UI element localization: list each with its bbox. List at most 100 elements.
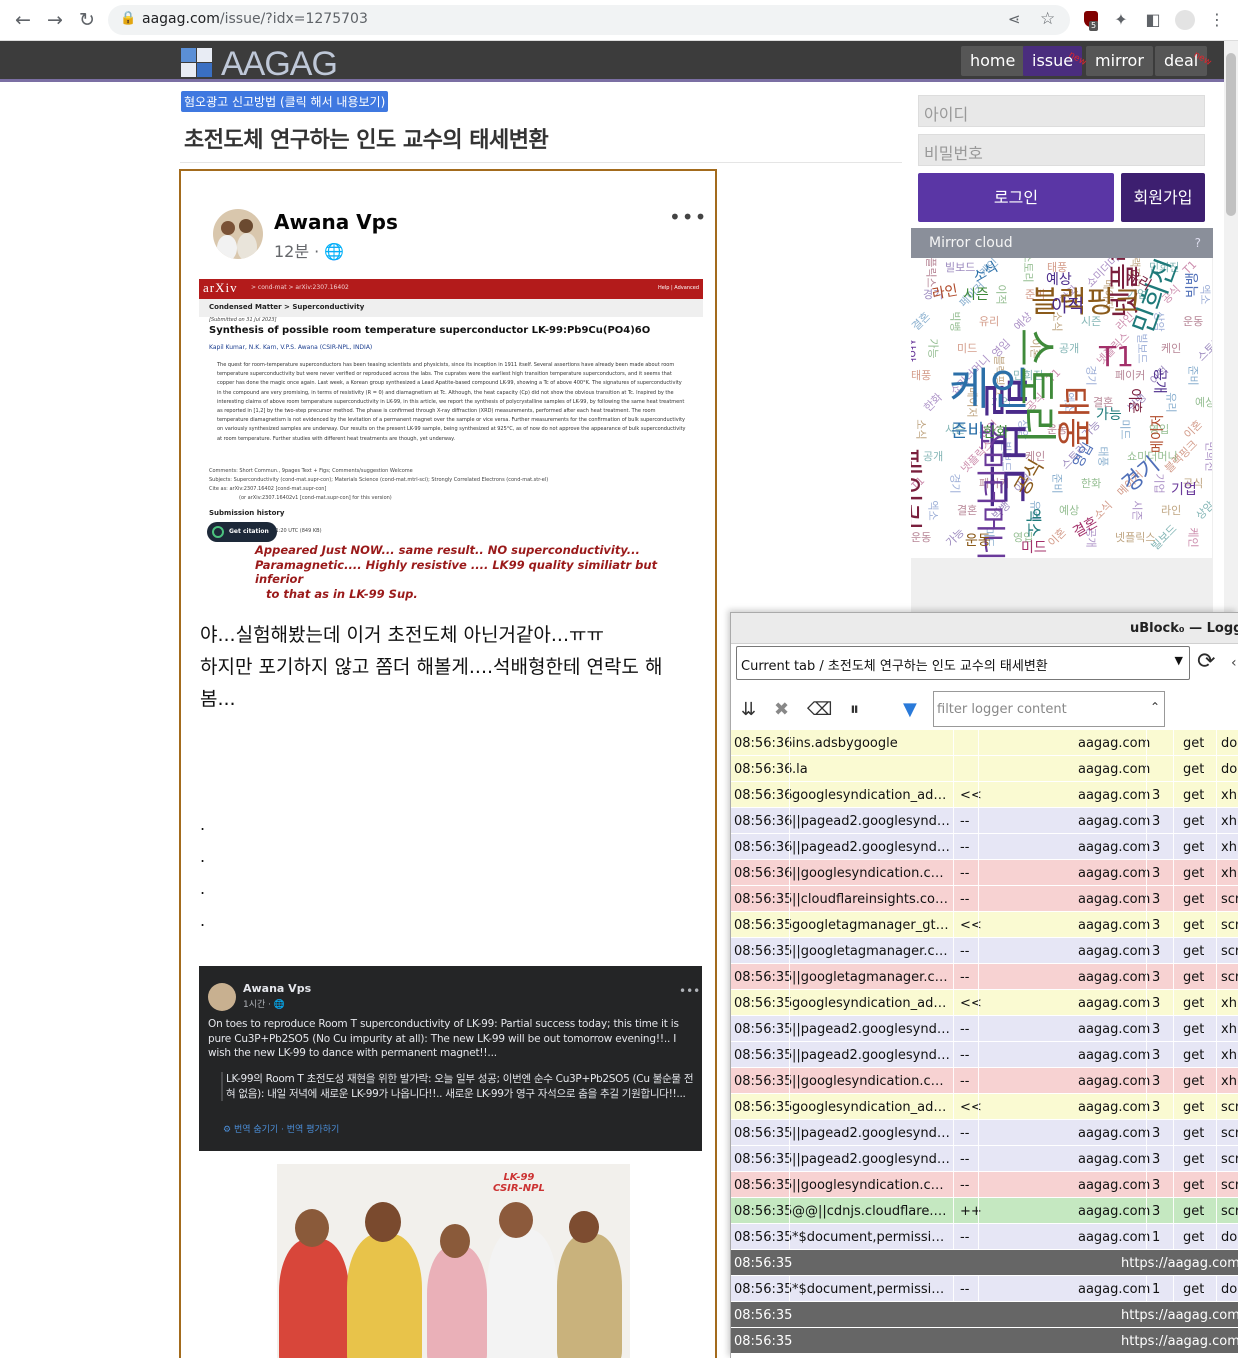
cloud-word-small[interactable]: 운동: [1183, 316, 1203, 327]
cloud-word-small[interactable]: 넷플릭스: [1115, 532, 1155, 543]
back-icon[interactable]: ←: [10, 8, 36, 32]
cloud-word-small[interactable]: 라인: [1161, 505, 1181, 516]
nav-mirror[interactable]: mirror: [1086, 46, 1153, 76]
cloud-word[interactable]: 스토리: [1011, 328, 1060, 444]
cloud-word[interactable]: 소식: [971, 259, 1001, 286]
cloud-word-small[interactable]: 엑소: [1199, 284, 1212, 304]
chevron-up-icon[interactable]: ⌃: [1150, 700, 1160, 714]
logger-row[interactable]: 08:56:36||pagead2.googlesyndica... -- aaga…: [731, 834, 1238, 860]
cloud-word-small[interactable]: 준비: [1187, 365, 1200, 385]
nav-issue[interactable]: issue new: [1023, 46, 1087, 76]
bookmark-star-icon[interactable]: ☆: [1040, 9, 1055, 29]
cloud-word[interactable]: 빅뱅: [1185, 272, 1201, 298]
cloud-word-small[interactable]: 이혼: [1045, 526, 1069, 550]
cloud-word[interactable]: 시즌: [963, 288, 989, 302]
cloud-word[interactable]: 운동: [965, 534, 991, 548]
logger-row[interactable]: 08:56:36 googlesyndication_adsb... << aagag…: [731, 782, 1238, 808]
logger-row[interactable]: 08:56:35||pagead2.googlesyndica... -- aaga…: [731, 1042, 1238, 1068]
cloud-word[interactable]: 미드: [1021, 541, 1047, 555]
cloud-word-small[interactable]: 엑소: [927, 500, 940, 520]
cloud-word-small[interactable]: 빅뱅: [949, 311, 962, 331]
menu-kebab-icon[interactable]: ⋮: [1206, 9, 1228, 31]
cloud-word-small[interactable]: 경기: [1085, 365, 1098, 385]
signup-button[interactable]: 회원가입: [1121, 173, 1205, 222]
cloud-word[interactable]: 블랙핑크: [1031, 288, 1141, 318]
cloud-word[interactable]: 페이커: [911, 448, 924, 531]
cloud-word[interactable]: 메이저: [1150, 414, 1166, 453]
cloud-word-small[interactable]: 공개: [1059, 343, 1079, 354]
cloud-word[interactable]: 태풍: [1052, 386, 1092, 449]
cloud-word-small[interactable]: 소식: [915, 419, 928, 439]
cloud-word-small[interactable]: 예상: [1195, 397, 1212, 408]
logger-row[interactable]: 08:56:35 https://aagag.com/i: [731, 1302, 1238, 1328]
logger-row[interactable]: 08:56:35 ||googlesyndication.com^ -- aagag.…: [731, 1172, 1238, 1198]
cloud-word-small[interactable]: 가능: [927, 338, 940, 358]
nav-deal[interactable]: deal new: [1155, 46, 1213, 76]
reload-icon[interactable]: ↻: [74, 8, 100, 32]
side-panel-icon[interactable]: ◧: [1142, 9, 1164, 31]
cloud-word-small[interactable]: 빌보드: [1136, 333, 1149, 363]
logger-row[interactable]: 08:56:36||pagead2.googlesyndica... -- aaga…: [731, 808, 1238, 834]
expand-double-chevron-icon[interactable]: ⇊: [741, 699, 756, 720]
cloud-word-small[interactable]: 케인: [1187, 527, 1200, 547]
logger-row[interactable]: 08:56:35 ||googletagmanager.com^ -- aagag.c…: [731, 964, 1238, 990]
cloud-word-small[interactable]: 예상: [1059, 505, 1079, 516]
logger-row[interactable]: 08:56:35 ||googletagmanager.co... -- aagag.…: [731, 938, 1238, 964]
extensions-puzzle-icon[interactable]: ✦: [1110, 9, 1132, 31]
logger-row[interactable]: 08:56:36 ins.adsbygoogle aagag.com get do: [731, 730, 1238, 756]
cloud-word[interactable]: T1: [1099, 343, 1134, 371]
password-input[interactable]: 비밀번호: [918, 134, 1205, 166]
cloud-word[interactable]: 상암: [911, 338, 916, 362]
logger-row[interactable]: 08:56:35 https://aagag.com/i: [731, 1328, 1238, 1354]
logger-row[interactable]: 08:56:35||pagead2.googlesyndica... -- aaga…: [731, 1120, 1238, 1146]
cloud-word-small[interactable]: 미드: [957, 343, 977, 354]
cloud-word[interactable]: 가능: [1096, 408, 1122, 422]
id-input[interactable]: 아이디: [918, 95, 1205, 127]
cloud-word-small[interactable]: 태풍: [1097, 446, 1110, 466]
cloud-word-small[interactable]: 한화: [1081, 478, 1101, 489]
address-bar[interactable]: 🔒 aagag.com/issue/?idx=1275703 ⋖ ☆: [108, 5, 1070, 35]
clear-x-icon[interactable]: ✖: [774, 699, 789, 720]
cloud-word-small[interactable]: 가능: [943, 526, 967, 550]
share-icon[interactable]: ⋖: [1008, 10, 1021, 28]
cloud-word[interactable]: 기업: [1171, 483, 1197, 497]
cloud-word-small[interactable]: 한화: [921, 391, 945, 415]
logger-row[interactable]: 08:56:36 ||googlesyndication.com^ -- aagag.…: [731, 860, 1238, 886]
cloud-word-small[interactable]: 유리: [979, 316, 999, 327]
cloud-word[interactable]: 한화: [983, 426, 1009, 440]
logger-row[interactable]: 08:56:35 https://aagag.com/i: [731, 1250, 1238, 1276]
logger-row[interactable]: 08:56:35 googlesyndication_adsb... << aagag…: [731, 1094, 1238, 1120]
logger-row[interactable]: 08:56:36 .la aagag.com get do: [731, 756, 1238, 782]
logger-row[interactable]: 08:56:35 googletagmanager_gtm.js << aagag.c…: [731, 912, 1238, 938]
cloud-word-small[interactable]: 스토리: [1022, 258, 1035, 283]
refresh-icon[interactable]: ⟳: [1197, 649, 1215, 674]
nav-home[interactable]: home: [961, 46, 1025, 76]
cloud-word-small[interactable]: 준비: [1051, 473, 1064, 493]
logger-row[interactable]: 08:56:35 googlesyndication_adsb... << aagag…: [731, 990, 1238, 1016]
pause-icon[interactable]: ⏸: [850, 699, 859, 720]
cloud-word-small[interactable]: 태풍: [911, 370, 931, 381]
logger-row[interactable]: 08:56:35 ||cloudflareinsights.com^ -- aagag…: [731, 886, 1238, 912]
logger-row[interactable]: 08:56:35 ||googlesyndication.com^ -- aagag.…: [731, 1068, 1238, 1094]
logger-row[interactable]: 08:56:35 @@||cdnjs.cloudflare.co... ++ aaga…: [731, 1198, 1238, 1224]
eraser-icon[interactable]: ⌫: [807, 699, 832, 720]
scrollbar-thumb[interactable]: [1226, 53, 1236, 216]
cloud-word[interactable]: 공개: [1151, 368, 1167, 394]
chevron-left-icon[interactable]: ‹: [1231, 655, 1237, 671]
cloud-word[interactable]: 이적: [1051, 298, 1084, 316]
cloud-word-small[interactable]: 유리: [1165, 392, 1178, 412]
cloud-word-small[interactable]: 넷플릭스: [925, 258, 938, 288]
cloud-word-small[interactable]: 이적: [995, 284, 1008, 304]
cloud-word-small[interactable]: 결혼: [911, 310, 933, 334]
cloud-word[interactable]: 준비: [951, 423, 984, 441]
ublock-extension-icon[interactable]: 5: [1080, 9, 1102, 31]
logger-row[interactable]: 08:56:35 *$document,permission... -- aagag.…: [731, 1276, 1238, 1302]
tab-select[interactable]: Current tab / 초전도체 연구하는 인도 교수의 태세변환 ▼: [736, 646, 1190, 680]
cloud-word-small[interactable]: 스토리: [1195, 333, 1212, 364]
cloud-word-small[interactable]: 경기: [949, 473, 962, 493]
cloud-word[interactable]: 라인: [931, 283, 959, 303]
cloud-word-small[interactable]: 민희진: [1204, 441, 1212, 471]
cloud-word-small[interactable]: 케인: [1161, 343, 1181, 354]
cloud-word-small[interactable]: 공개: [923, 451, 943, 462]
filter-funnel-icon[interactable]: ▼: [903, 699, 917, 720]
